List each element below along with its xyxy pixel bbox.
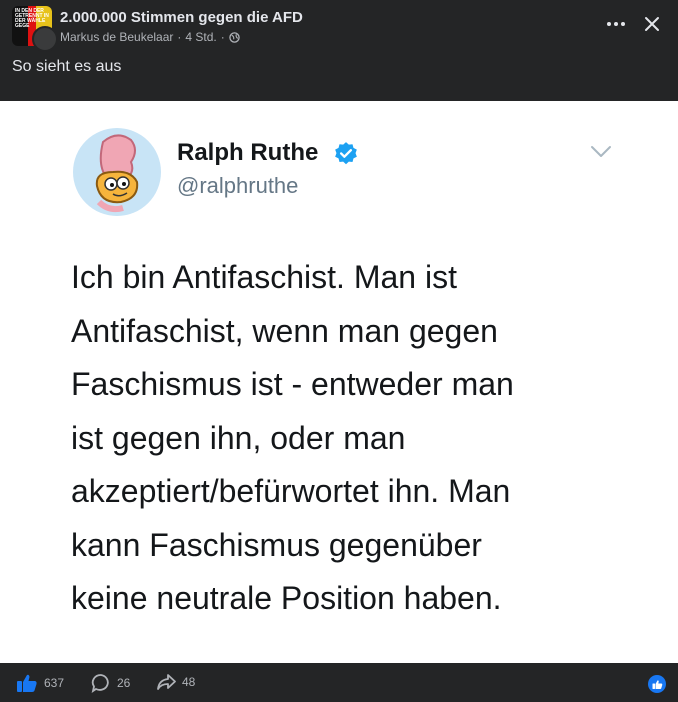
tweet-text: Ich bin Antifaschist. Man ist Antifaschi… xyxy=(71,259,514,616)
tweet-handle: @ralphruthe xyxy=(177,173,299,198)
post-time[interactable]: 4 Std. xyxy=(185,30,216,44)
reactions-bar: 637 26 48 xyxy=(0,663,678,702)
close-icon[interactable] xyxy=(640,12,664,36)
like-badge-icon[interactable] xyxy=(648,675,666,693)
tweet-avatar xyxy=(73,128,161,216)
like-reaction[interactable]: 637 xyxy=(16,673,64,693)
comment-icon xyxy=(91,674,109,693)
post-text: So sieht es aus xyxy=(12,58,122,75)
meta-separator: · xyxy=(177,30,182,44)
comment-reaction[interactable]: 26 xyxy=(91,673,130,693)
post-header: IN DEN DER GETRENNT IN DER WÄHLE GEGE 2.… xyxy=(0,0,678,100)
meta-separator-2: · xyxy=(220,30,225,44)
comment-count: 26 xyxy=(117,676,131,690)
like-count: 637 xyxy=(44,676,65,690)
share-icon xyxy=(157,674,176,690)
user-avatar[interactable] xyxy=(32,26,58,52)
thumbs-up-icon xyxy=(17,674,37,692)
globe-icon xyxy=(229,31,240,43)
verified-badge-icon xyxy=(335,142,357,165)
more-options-icon[interactable] xyxy=(604,12,628,36)
post-meta: Markus de Beukelaar · 4 Std. · xyxy=(60,30,240,44)
author-name[interactable]: Markus de Beukelaar xyxy=(60,30,173,44)
share-reaction[interactable]: 48 xyxy=(156,673,195,691)
group-name[interactable]: 2.000.000 Stimmen gegen die AFD xyxy=(60,9,303,26)
tweet-author-name: Ralph Ruthe xyxy=(177,139,319,166)
chevron-down-icon xyxy=(591,146,611,157)
tweet-screenshot-image[interactable]: Ralph Ruthe @ralphruthe Ich bin Antifasc… xyxy=(0,101,678,663)
share-count: 48 xyxy=(182,675,196,689)
